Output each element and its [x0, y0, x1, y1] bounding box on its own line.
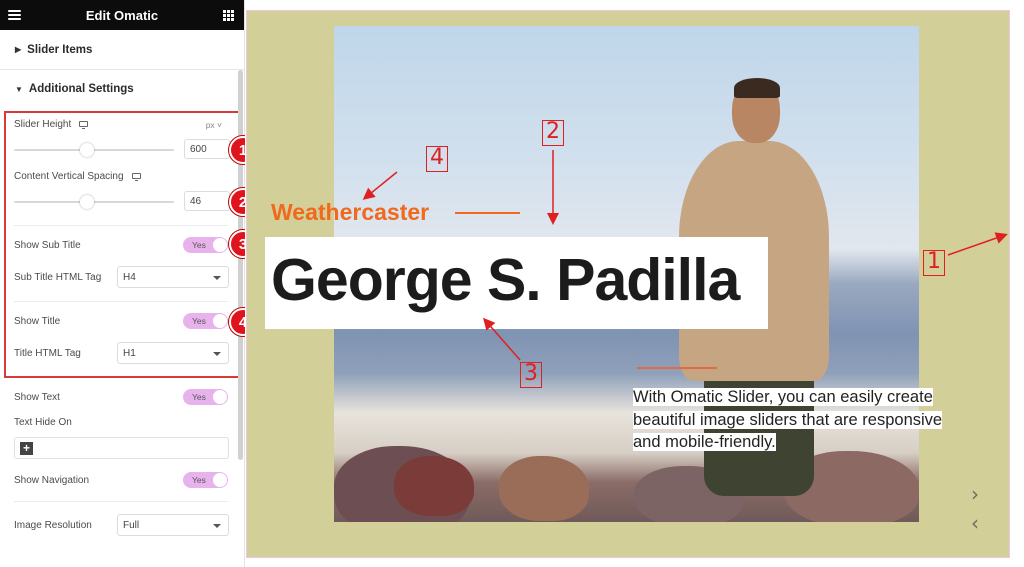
subtitle-tag-label: Sub Title HTML Tag — [14, 271, 102, 283]
show-subtitle-label: Show Sub Title — [14, 239, 81, 251]
unit-selector[interactable]: px ˅ — [206, 120, 222, 130]
show-title-row: Show Title Yes — [14, 313, 228, 329]
show-text-label: Show Text — [14, 391, 60, 403]
editor-panel: Edit Omatic ▶ Slider Items ▼ Additional … — [0, 0, 245, 567]
rock — [394, 456, 474, 516]
select-value: H1 — [123, 347, 136, 359]
slide-text: With Omatic Slider, you can easily creat… — [633, 386, 973, 454]
show-navigation-toggle[interactable]: Yes — [183, 472, 228, 488]
toggle-knob — [213, 390, 227, 404]
slide-text-line: and mobile-friendly. — [633, 433, 776, 451]
annotation-label-1: 1 — [923, 250, 945, 276]
toggle-text: Yes — [192, 392, 206, 402]
caret-down-icon — [213, 524, 221, 528]
prev-arrow-icon[interactable]: ‹ — [971, 511, 979, 535]
caret-down-icon — [213, 276, 221, 280]
toggle-knob — [213, 314, 227, 328]
slide-text-line: beautiful image sliders that are respons… — [633, 410, 943, 429]
title-tag-label: Title HTML Tag — [14, 347, 81, 359]
show-text-row: Show Text Yes — [14, 389, 228, 405]
toggle-text: Yes — [192, 240, 206, 250]
panel-scrollbar[interactable] — [238, 70, 243, 460]
divider — [14, 225, 228, 226]
show-title-label: Show Title — [14, 315, 61, 327]
section-slider-items[interactable]: ▶ Slider Items — [0, 30, 244, 70]
plus-icon[interactable]: + — [20, 442, 33, 455]
annotation-label-3: 3 — [520, 362, 542, 388]
content-spacing-thumb[interactable] — [80, 195, 94, 209]
person — [734, 78, 780, 98]
divider — [14, 301, 228, 302]
title-tag-select[interactable]: H1 — [117, 342, 229, 364]
next-arrow-icon[interactable]: › — [971, 482, 979, 506]
slider-height-slider[interactable] — [14, 143, 174, 157]
panel-title: Edit Omatic — [85, 7, 159, 23]
slider-height-input[interactable]: 600 — [184, 139, 230, 159]
section-label: Additional Settings — [28, 83, 134, 95]
slide-subtitle: Weathercaster — [271, 199, 430, 225]
caret-right-icon: ▶ — [15, 45, 22, 54]
text-accent-line — [637, 367, 717, 369]
show-subtitle-toggle[interactable]: Yes — [183, 237, 228, 253]
image-resolution-select[interactable]: Full — [117, 514, 229, 536]
show-navigation-label: Show Navigation — [14, 474, 90, 486]
slider-height-label: Slider Height — [14, 119, 72, 130]
divider — [14, 501, 228, 502]
unit-label: px — [205, 119, 215, 130]
caret-down-icon: ▼ — [15, 84, 23, 94]
show-title-toggle[interactable]: Yes — [183, 313, 228, 329]
show-text-toggle[interactable]: Yes — [183, 389, 228, 405]
slide-text-line: With Omatic Slider, you can easily creat… — [633, 388, 933, 406]
show-navigation-row: Show Navigation Yes — [14, 472, 228, 488]
select-value: Full — [123, 519, 140, 531]
image-resolution-label: Image Resolution — [14, 519, 92, 531]
subtitle-line — [455, 212, 520, 214]
subtitle-tag-select[interactable]: H4 — [117, 266, 229, 288]
slider-height-thumb[interactable] — [80, 143, 94, 157]
text-hide-on-label: Text Hide On — [14, 417, 72, 428]
show-subtitle-row: Show Sub Title Yes — [14, 237, 228, 253]
section-additional-settings[interactable]: ▼ Additional Settings — [0, 70, 244, 108]
text-hide-on-row: Text Hide On — [14, 417, 228, 428]
rock — [499, 456, 589, 521]
panel-header: Edit Omatic — [0, 0, 244, 30]
toggle-knob — [213, 473, 227, 487]
caret-down-icon — [213, 352, 221, 356]
preview-canvas: Weathercaster George S. Padilla With Oma… — [245, 0, 1024, 567]
hamburger-icon[interactable] — [8, 10, 21, 20]
content-spacing-label: Content Vertical Spacing — [14, 171, 124, 182]
slide-title: George S. Padilla — [271, 247, 740, 313]
text-hide-on-field[interactable]: + — [14, 437, 229, 459]
select-value: H4 — [123, 271, 136, 283]
toggle-knob — [213, 238, 227, 252]
toggle-text: Yes — [192, 316, 206, 326]
content-spacing-slider[interactable] — [14, 195, 174, 209]
grid-icon[interactable] — [223, 9, 234, 21]
toggle-text: Yes — [192, 475, 206, 485]
desktop-icon[interactable] — [79, 120, 89, 129]
content-spacing-row: Content Vertical Spacing — [14, 171, 228, 182]
annotation-label-2: 2 — [542, 120, 564, 146]
content-spacing-input[interactable]: 46 — [184, 191, 230, 211]
section-label: Slider Items — [27, 43, 93, 56]
annotation-label-4: 4 — [426, 146, 448, 172]
desktop-icon[interactable] — [131, 172, 141, 181]
slider-height-row: Slider Height px ˅ — [14, 119, 228, 130]
